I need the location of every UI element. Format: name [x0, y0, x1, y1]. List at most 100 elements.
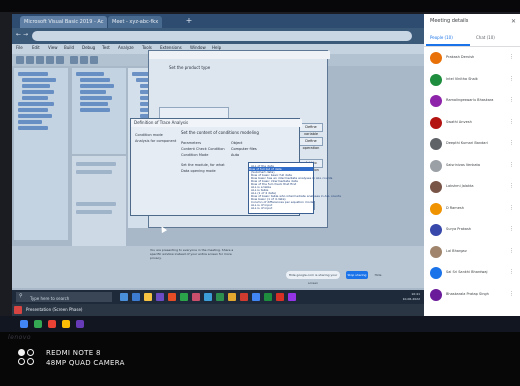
menu-test[interactable]: Test: [102, 45, 110, 50]
more-options-icon[interactable]: ⋮: [509, 76, 514, 82]
more-options-icon[interactable]: ⋮: [509, 269, 514, 275]
participant-row[interactable]: Sai Sri Sankhi Bhardwaj ⋮: [424, 265, 520, 283]
tab-people[interactable]: People (10): [430, 35, 453, 40]
dropdown-option[interactable]: ALL is of input: [251, 206, 272, 210]
participant-row[interactable]: Ramalingeswarlu Bhaskara ⋮: [424, 93, 520, 111]
tree-item[interactable]: [80, 84, 114, 88]
menu-debug[interactable]: Debug: [82, 45, 95, 50]
tree-item[interactable]: [80, 78, 110, 82]
tool-icon[interactable]: [46, 56, 54, 64]
menu-view[interactable]: View: [48, 45, 58, 50]
tool-icon[interactable]: [56, 56, 64, 64]
tree-item[interactable]: [18, 120, 42, 124]
menu-file[interactable]: File: [16, 45, 23, 50]
tool-icon[interactable]: [70, 56, 78, 64]
menu-build[interactable]: Build: [64, 45, 74, 50]
participant-row[interactable]: Lakshmi Jalakta ⋮: [424, 179, 520, 197]
more-options-icon[interactable]: ⋮: [509, 226, 514, 232]
participant-row[interactable]: Swathi Anvesh ⋮: [424, 115, 520, 133]
tree-item[interactable]: [18, 102, 54, 106]
app-icon[interactable]: [192, 293, 200, 301]
app-icon[interactable]: [48, 320, 56, 328]
browser-tab-meet[interactable]: Meet - xyz-abc-fkx: [108, 16, 163, 28]
more-options-icon[interactable]: ⋮: [509, 54, 514, 60]
tool-icon[interactable]: [90, 56, 98, 64]
more-options-icon[interactable]: ⋮: [509, 248, 514, 254]
more-options-icon[interactable]: ⋮: [509, 119, 514, 125]
tree-item[interactable]: [18, 72, 48, 76]
tool-icon[interactable]: [80, 56, 88, 64]
tool-icon[interactable]: [26, 56, 34, 64]
app-icon[interactable]: [168, 293, 176, 301]
more-options-icon[interactable]: ⋮: [509, 291, 514, 297]
participant-row[interactable]: Lal Bhargav ⋮: [424, 244, 520, 262]
tree-item[interactable]: [18, 114, 52, 118]
app-icon[interactable]: [240, 293, 248, 301]
tree-item[interactable]: [18, 126, 48, 130]
tree-item[interactable]: [76, 72, 104, 76]
menu-analyze[interactable]: Analyze: [118, 45, 134, 50]
tree-item[interactable]: [80, 108, 110, 112]
more-options-icon[interactable]: ⋮: [509, 97, 514, 103]
more-options-icon[interactable]: ⋮: [509, 183, 514, 189]
forward-icon[interactable]: →: [23, 31, 29, 39]
app-icon[interactable]: [204, 293, 212, 301]
tool-icon[interactable]: [36, 56, 44, 64]
property-row[interactable]: [76, 202, 116, 206]
app-icon[interactable]: [20, 320, 28, 328]
tab-chat[interactable]: Chat (10): [476, 35, 495, 40]
tree-item[interactable]: [22, 84, 50, 88]
system-tray[interactable]: 10:41 10-06-2022: [403, 292, 420, 302]
participant-row[interactable]: Saisrinivas Venkata ⋮: [424, 158, 520, 176]
participant-row[interactable]: D Ramesh ⋮: [424, 201, 520, 219]
edge-icon[interactable]: [132, 293, 140, 301]
property-row[interactable]: [76, 170, 112, 174]
close-icon[interactable]: ✕: [511, 18, 516, 25]
address-bar[interactable]: [32, 31, 412, 41]
participant-row[interactable]: Surya Prakash ⋮: [424, 222, 520, 240]
vs-icon[interactable]: [156, 293, 164, 301]
app-icon[interactable]: [264, 293, 272, 301]
tree-item[interactable]: [80, 102, 108, 106]
more-options-icon[interactable]: ⋮: [509, 140, 514, 146]
stop-sharing-button[interactable]: Stop sharing: [346, 271, 368, 279]
define-variable-button[interactable]: Define variable: [299, 123, 323, 136]
participant-row[interactable]: Prakash Dervish ⋮: [424, 50, 520, 68]
app-icon[interactable]: [180, 293, 188, 301]
field-value[interactable]: Auto: [231, 153, 239, 157]
app-icon[interactable]: [216, 293, 224, 301]
app-icon[interactable]: [62, 320, 70, 328]
property-row[interactable]: [76, 162, 116, 166]
participant-row[interactable]: Bhaskarala Pratap Singh ⋮: [424, 287, 520, 305]
participant-row[interactable]: Deepthi Kumari Bandari ⋮: [424, 136, 520, 154]
app-icon[interactable]: [34, 320, 42, 328]
meet-sharing-text: You are presenting to everyone in the me…: [150, 248, 234, 260]
taskbar-search[interactable]: ⚲ Type here to search: [16, 292, 112, 302]
data-mode-dropdown[interactable]: ALL of the data Row of full list of data…: [248, 162, 341, 214]
tree-item[interactable]: [22, 90, 54, 94]
app-icon[interactable]: [288, 293, 296, 301]
app-icon[interactable]: [252, 293, 260, 301]
task-view-icon[interactable]: [120, 293, 128, 301]
plus-icon[interactable]: +: [184, 16, 194, 26]
tree-item[interactable]: [22, 78, 56, 82]
more-options-icon[interactable]: ⋮: [509, 162, 514, 168]
app-icon[interactable]: [276, 293, 284, 301]
property-row[interactable]: [76, 210, 112, 214]
define-operation-button[interactable]: Define operation: [299, 137, 323, 150]
back-icon[interactable]: ←: [16, 31, 22, 39]
more-options-icon[interactable]: ⋮: [509, 205, 514, 211]
menu-edit[interactable]: Edit: [32, 45, 40, 50]
tree-item[interactable]: [80, 90, 106, 94]
tree-item[interactable]: [80, 96, 112, 100]
participant-row[interactable]: Intel Vinitha Shaik ⋮: [424, 72, 520, 90]
field-value: Object: [231, 141, 243, 145]
chrome-icon[interactable]: [228, 293, 236, 301]
browser-tab-vs[interactable]: Microsoft Visual Basic 2019 - Ac: [20, 16, 108, 28]
tool-icon[interactable]: [16, 56, 24, 64]
app-icon[interactable]: [76, 320, 84, 328]
tree-item[interactable]: [22, 96, 48, 100]
folder-icon[interactable]: [144, 293, 152, 301]
tree-item[interactable]: [18, 108, 48, 112]
hide-button[interactable]: Hide: [372, 271, 384, 279]
